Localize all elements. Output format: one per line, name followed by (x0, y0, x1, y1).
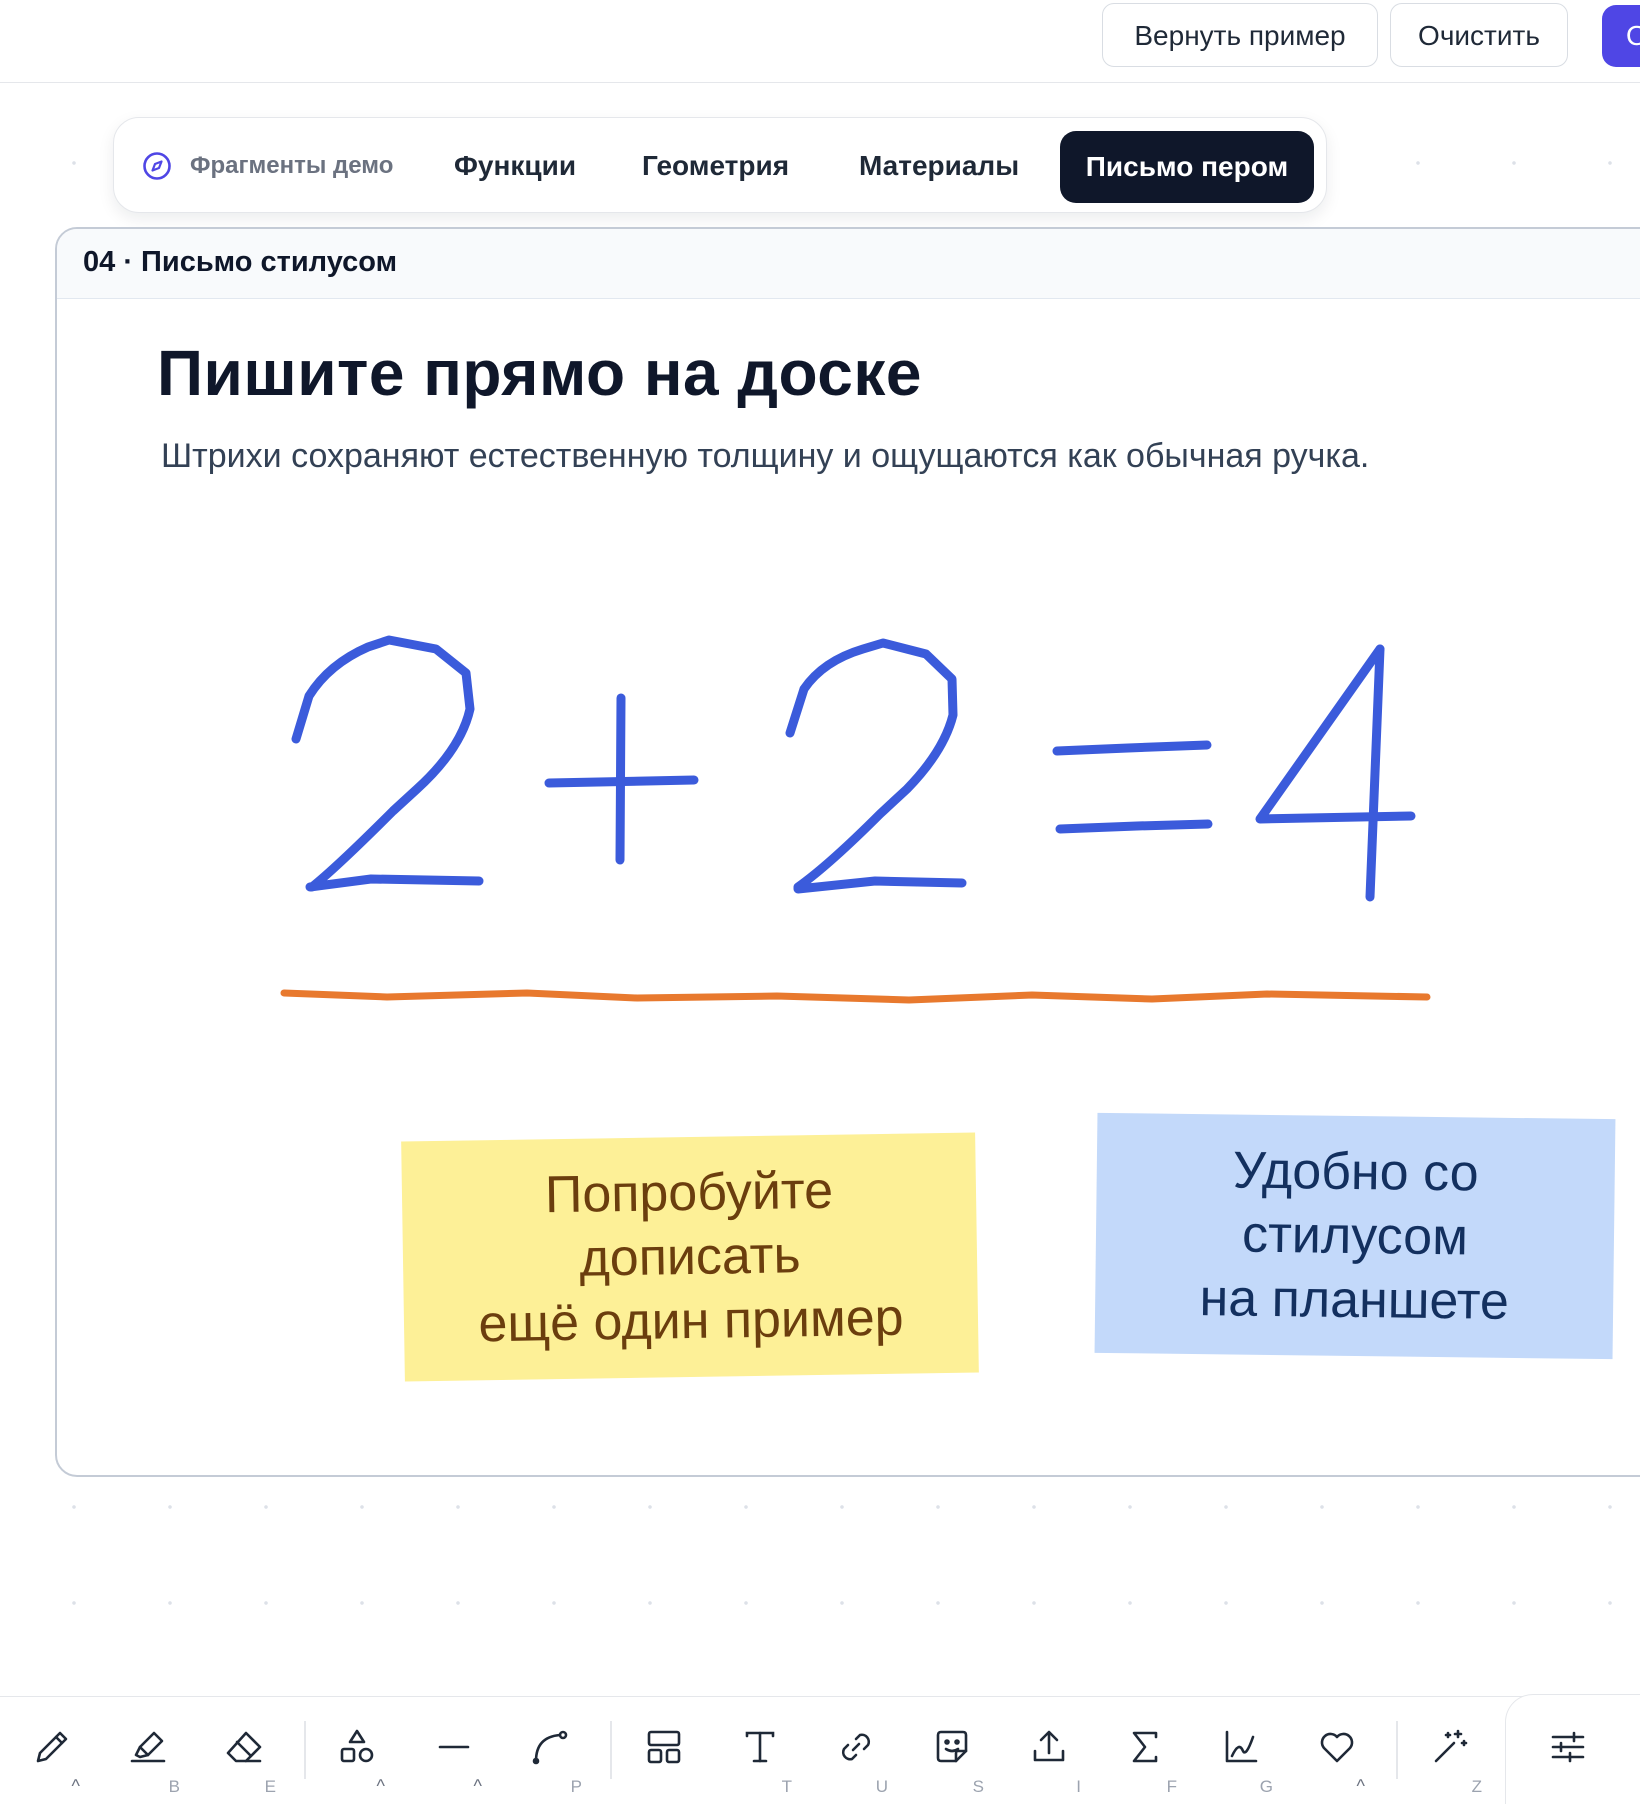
link-icon (841, 1733, 871, 1761)
top-bar: Вернуть пример Очистить О (0, 0, 1640, 83)
graph-shortcut: G (1259, 1777, 1273, 1796)
eraser-tool[interactable]: E (202, 1697, 286, 1801)
upload-tool[interactable]: I (1007, 1697, 1091, 1801)
ink-stroke-equals-top (1052, 740, 1212, 756)
tab-demo-fragments[interactable]: Фрагменты демо (142, 118, 393, 214)
ink-stroke-digit-4-diagonal (1255, 644, 1416, 824)
demo-tabs: Фрагменты демо Функции Геометрия Материа… (113, 117, 1327, 213)
tab-demo-label: Фрагменты демо (190, 152, 394, 179)
text-icon (745, 1731, 775, 1763)
link-tool[interactable]: U (814, 1697, 898, 1801)
toolbar-separator (610, 1721, 612, 1779)
magic-tool[interactable]: Z (1408, 1697, 1492, 1801)
eraser-icon (226, 1731, 262, 1763)
highlighter-icon (130, 1731, 166, 1763)
tab-materials[interactable]: Материалы (859, 118, 1019, 214)
bottom-toolbar: ^ B E ^ ^ P T U S I F G ^ Z (0, 1696, 1640, 1800)
heart-icon (1320, 1732, 1354, 1763)
graph-tool[interactable]: G (1199, 1697, 1283, 1801)
stylus-card: 04 · Письмо стилусом Пишите прямо на дос… (55, 227, 1640, 1477)
magic-wand-icon (1434, 1729, 1468, 1763)
ink-stroke-equals-bottom (1055, 819, 1213, 834)
tab-pen-writing[interactable]: Письмо пером (1060, 131, 1314, 203)
line-icon (438, 1745, 470, 1749)
sticker-icon (936, 1730, 968, 1763)
curve-shortcut: P (570, 1777, 582, 1796)
favorites-tool-caret[interactable]: ^ (1357, 1776, 1365, 1797)
formula-shortcut: F (1166, 1777, 1177, 1796)
upload-icon (1033, 1730, 1065, 1762)
settings-panel (1505, 1694, 1640, 1804)
shapes-tool[interactable]: ^ (315, 1697, 399, 1801)
compass-icon (143, 152, 171, 180)
text-shortcut: T (781, 1777, 792, 1796)
magic-shortcut: Z (1471, 1777, 1482, 1796)
primary-action-button[interactable]: О (1602, 5, 1640, 67)
highlighter-shortcut: B (168, 1777, 180, 1796)
pencil-tool[interactable]: ^ (10, 1697, 94, 1801)
pencil-icon (36, 1731, 68, 1763)
toolbar-separator (1396, 1721, 1398, 1779)
sticker-shortcut: S (972, 1777, 984, 1796)
ink-stroke-plus-horizontal (544, 775, 699, 788)
clear-button[interactable]: Очистить (1390, 3, 1568, 67)
eraser-shortcut: E (264, 1777, 276, 1796)
pencil-tool-caret[interactable]: ^ (72, 1776, 80, 1797)
sliders-icon (1551, 1731, 1585, 1763)
tab-functions[interactable]: Функции (454, 118, 576, 214)
sigma-icon (1132, 1731, 1158, 1763)
restore-example-button[interactable]: Вернуть пример (1102, 3, 1378, 67)
sticky-note-yellow[interactable]: Попробуйте дописать ещё один пример (401, 1132, 979, 1382)
ink-stroke-digit-2-second (785, 638, 967, 894)
shapes-icon (340, 1729, 374, 1763)
ink-stroke-digit-2-first (291, 635, 484, 892)
toolbar-separator (304, 1721, 306, 1779)
ink-stroke-digit-4-stem (1365, 644, 1385, 902)
graph-icon (1225, 1730, 1258, 1763)
link-shortcut: U (875, 1777, 888, 1796)
tab-geometry[interactable]: Геометрия (642, 118, 789, 214)
upload-shortcut: I (1076, 1777, 1081, 1796)
settings-tool[interactable] (1526, 1697, 1610, 1801)
sticker-tool[interactable]: S (910, 1697, 994, 1801)
favorites-tool[interactable]: ^ (1295, 1697, 1379, 1801)
highlighter-tool[interactable]: B (106, 1697, 190, 1801)
shapes-tool-caret[interactable]: ^ (377, 1776, 385, 1797)
layout-icon (647, 1730, 681, 1764)
sticky-note-blue[interactable]: Удобно со стилусом на планшете (1094, 1112, 1616, 1360)
formula-tool[interactable]: F (1103, 1697, 1187, 1801)
curve-icon (532, 1730, 568, 1765)
layout-tool[interactable] (622, 1697, 706, 1801)
curve-tool[interactable]: P (508, 1697, 592, 1801)
text-tool[interactable]: T (718, 1697, 802, 1801)
line-tool-caret[interactable]: ^ (474, 1776, 482, 1797)
ink-stroke-underline (280, 989, 1431, 1004)
line-tool[interactable]: ^ (412, 1697, 496, 1801)
